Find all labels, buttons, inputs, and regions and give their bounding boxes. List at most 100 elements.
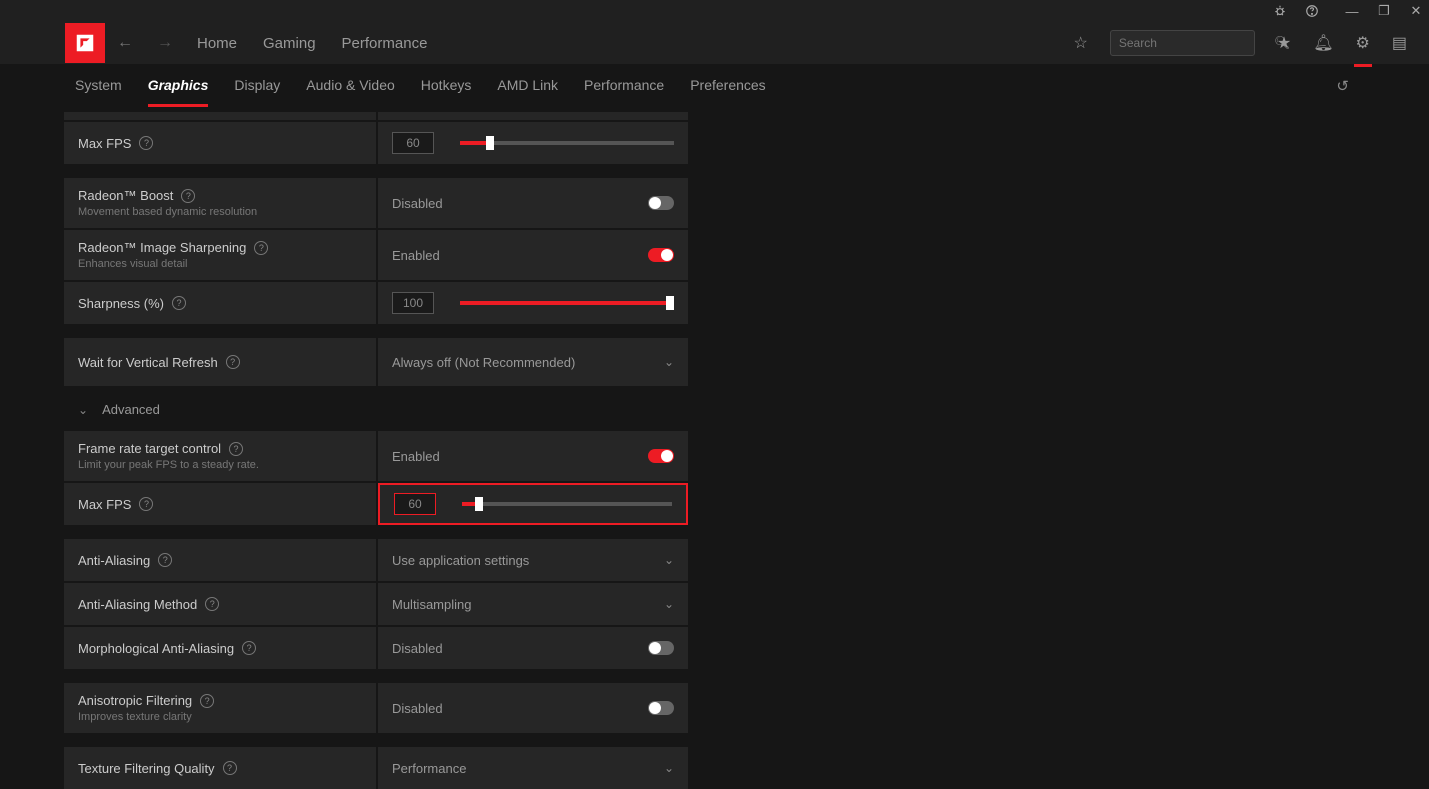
label-maxfps2: Max FPS: [78, 497, 131, 512]
label-aamethod: Anti-Aliasing Method: [78, 597, 197, 612]
row-aamethod: Anti-Aliasing Method? Multisampling ⌄: [64, 583, 1429, 625]
boost-toggle[interactable]: [648, 196, 674, 210]
frtc-value: Enabled: [392, 449, 440, 464]
chevron-down-icon[interactable]: ⌄: [664, 355, 674, 369]
chevron-down-icon[interactable]: ⌄: [664, 761, 674, 775]
chevron-down-icon: ⌄: [78, 403, 88, 417]
sharpness-value[interactable]: 100: [392, 292, 434, 314]
sub-frtc: Limit your peak FPS to a steady rate.: [78, 459, 362, 471]
star-icon[interactable]: ★: [1277, 33, 1291, 53]
gear-icon[interactable]: ⚙: [1356, 33, 1370, 53]
nav-home[interactable]: Home: [197, 35, 237, 52]
help-icon[interactable]: ?: [172, 296, 186, 310]
maxfps-slider[interactable]: [460, 141, 674, 145]
maxfps-value[interactable]: 60: [392, 132, 434, 154]
label-texfilt: Texture Filtering Quality: [78, 761, 215, 776]
app-header: ← → Home Gaming Performance ☆ 🔍︎ ★ 🔔︎ ⚙ …: [0, 22, 1429, 64]
row-morphaa: Morphological Anti-Aliasing? Disabled: [64, 627, 1429, 669]
help-icon[interactable]: ?: [139, 136, 153, 150]
minimize-icon[interactable]: —: [1345, 4, 1359, 18]
row-boost: Radeon™ Boost? Movement based dynamic res…: [64, 178, 1429, 228]
label-frtc: Frame rate target control: [78, 441, 221, 456]
tab-audio-video[interactable]: Audio & Video: [306, 77, 394, 95]
tab-system[interactable]: System: [75, 77, 122, 95]
sub-aniso: Improves texture clarity: [78, 711, 362, 723]
back-button[interactable]: ←: [117, 34, 133, 52]
bell-icon[interactable]: 🔔︎: [1313, 33, 1333, 53]
row-sharpness: Sharpness (%)? 100: [64, 282, 1429, 324]
favorite-icon[interactable]: ☆: [1074, 33, 1088, 53]
row-aa: Anti-Aliasing? Use application settings ⌄: [64, 539, 1429, 581]
texfilt-value: Performance: [392, 761, 466, 776]
help-icon[interactable]: ?: [205, 597, 219, 611]
label-morphaa: Morphological Anti-Aliasing: [78, 641, 234, 656]
help-icon[interactable]: ?: [139, 497, 153, 511]
sharpen-value: Enabled: [392, 248, 440, 263]
help-icon[interactable]: ?: [223, 761, 237, 775]
amd-logo: [65, 23, 105, 63]
settings-subnav: System Graphics Display Audio & Video Ho…: [0, 64, 1429, 108]
help-icon[interactable]: [1305, 4, 1319, 18]
aa-value: Use application settings: [392, 553, 529, 568]
row-maxfps: Max FPS? 60: [64, 122, 1429, 164]
reset-icon[interactable]: ↺: [1336, 77, 1349, 95]
boost-value: Disabled: [392, 196, 443, 211]
nav-gaming[interactable]: Gaming: [263, 35, 316, 52]
label-aa: Anti-Aliasing: [78, 553, 150, 568]
tab-display[interactable]: Display: [234, 77, 280, 95]
search-box[interactable]: 🔍︎: [1110, 30, 1255, 56]
tab-amdlink[interactable]: AMD Link: [497, 77, 558, 95]
help-icon[interactable]: ?: [242, 641, 256, 655]
aniso-toggle[interactable]: [648, 701, 674, 715]
tab-hotkeys[interactable]: Hotkeys: [421, 77, 472, 95]
row-partial-top: [64, 112, 1429, 120]
forward-button[interactable]: →: [157, 34, 173, 52]
chevron-down-icon[interactable]: ⌄: [664, 553, 674, 567]
help-icon[interactable]: ?: [158, 553, 172, 567]
frtc-toggle[interactable]: [648, 449, 674, 463]
panel-icon[interactable]: ▤: [1392, 33, 1407, 53]
row-aniso: Anisotropic Filtering? Improves texture c…: [64, 683, 1429, 733]
morphaa-toggle[interactable]: [648, 641, 674, 655]
morphaa-value: Disabled: [392, 641, 443, 656]
help-icon[interactable]: ?: [254, 241, 268, 255]
close-icon[interactable]: ✕: [1409, 4, 1423, 18]
help-icon[interactable]: ?: [226, 355, 240, 369]
aniso-value: Disabled: [392, 701, 443, 716]
label-maxfps: Max FPS: [78, 136, 131, 151]
maxfps2-value[interactable]: 60: [394, 493, 436, 515]
label-boost: Radeon™ Boost: [78, 188, 173, 203]
chevron-down-icon[interactable]: ⌄: [664, 597, 674, 611]
help-icon[interactable]: ?: [229, 442, 243, 456]
label-sharpen: Radeon™ Image Sharpening: [78, 240, 246, 255]
advanced-section[interactable]: ⌄ Advanced: [64, 388, 1429, 431]
tab-performance[interactable]: Performance: [584, 77, 664, 95]
help-icon[interactable]: ?: [200, 694, 214, 708]
row-frtc: Frame rate target control? Limit your pea…: [64, 431, 1429, 481]
settings-content: Max FPS? 60 Radeon™ Boost? Movement based…: [0, 108, 1429, 789]
maxfps2-slider[interactable]: [462, 502, 672, 506]
advanced-label: Advanced: [102, 402, 160, 417]
sharpness-slider[interactable]: [460, 301, 674, 305]
sub-sharpen: Enhances visual detail: [78, 258, 362, 270]
vsync-value: Always off (Not Recommended): [392, 355, 575, 370]
row-texfilt: Texture Filtering Quality? Performance ⌄: [64, 747, 1429, 789]
sharpen-toggle[interactable]: [648, 248, 674, 262]
sub-boost: Movement based dynamic resolution: [78, 206, 362, 218]
row-vsync: Wait for Vertical Refresh? Always off (N…: [64, 338, 1429, 386]
maxfps-advanced-highlight: 60: [378, 483, 688, 525]
label-sharpness: Sharpness (%): [78, 296, 164, 311]
row-maxfps-advanced: Max FPS? 60: [64, 483, 1429, 525]
maximize-icon[interactable]: ❐: [1377, 4, 1391, 18]
label-aniso: Anisotropic Filtering: [78, 693, 192, 708]
tab-graphics[interactable]: Graphics: [148, 77, 209, 95]
nav-performance[interactable]: Performance: [342, 35, 428, 52]
help-icon[interactable]: ?: [181, 189, 195, 203]
tab-preferences[interactable]: Preferences: [690, 77, 765, 95]
row-sharpen: Radeon™ Image Sharpening? Enhances visual…: [64, 230, 1429, 280]
search-input[interactable]: [1119, 36, 1274, 50]
bug-icon[interactable]: [1273, 4, 1287, 18]
aamethod-value: Multisampling: [392, 597, 471, 612]
top-nav: Home Gaming Performance: [197, 35, 427, 52]
label-vsync: Wait for Vertical Refresh: [78, 355, 218, 370]
